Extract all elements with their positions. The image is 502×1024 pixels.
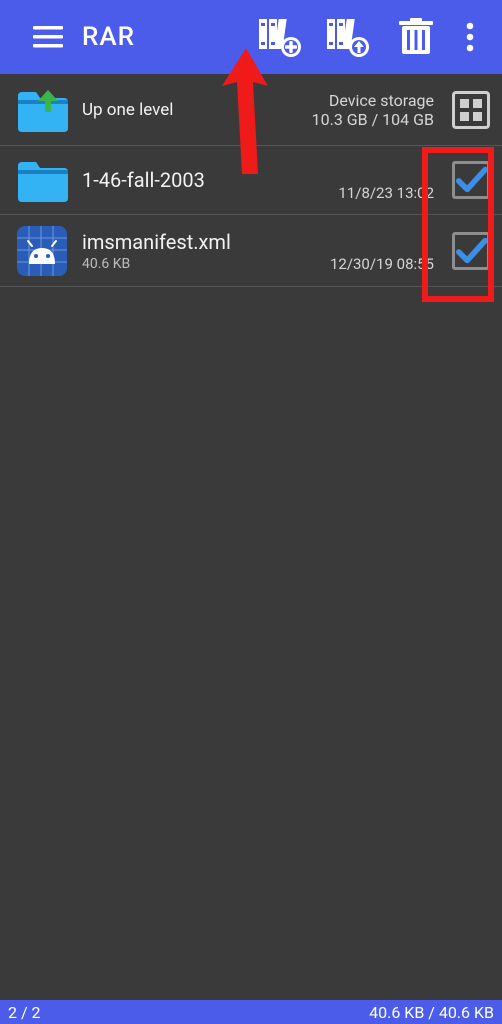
item-name: 1-46-fall-2003 xyxy=(82,168,338,192)
up-one-level-row[interactable]: Up one level Device storage 10.3 GB / 10… xyxy=(0,74,502,146)
app-header: RAR xyxy=(0,0,502,74)
status-bar: 2 / 2 40.6 KB / 40.6 KB xyxy=(0,1000,502,1024)
item-date: 12/30/19 08:55 xyxy=(330,255,434,273)
item-checkbox[interactable] xyxy=(452,232,490,270)
create-archive-button[interactable] xyxy=(254,11,306,63)
item-date: 11/8/23 13:02 xyxy=(338,184,434,202)
item-size: 40.6 KB xyxy=(82,256,330,272)
delete-button[interactable] xyxy=(390,11,442,63)
extract-archive-button[interactable] xyxy=(322,11,374,63)
view-grid-toggle[interactable] xyxy=(452,91,490,129)
selection-count: 2 / 2 xyxy=(8,1003,41,1022)
list-item[interactable]: imsmanifest.xml 40.6 KB 12/30/19 08:55 xyxy=(0,215,502,287)
menu-icon[interactable] xyxy=(22,11,74,63)
list-item[interactable]: 1-46-fall-2003 11/8/23 13:02 xyxy=(0,146,502,215)
up-folder-icon xyxy=(14,87,70,133)
item-name: imsmanifest.xml xyxy=(82,230,330,254)
storage-label: Device storage xyxy=(329,91,434,110)
app-title: RAR xyxy=(82,22,135,52)
xml-file-icon xyxy=(14,228,70,274)
up-one-level-label: Up one level xyxy=(82,100,312,120)
item-checkbox[interactable] xyxy=(452,161,490,199)
more-menu-icon[interactable] xyxy=(456,11,484,63)
selection-size: 40.6 KB / 40.6 KB xyxy=(369,1003,494,1022)
folder-icon xyxy=(14,157,70,203)
storage-value: 10.3 GB / 104 GB xyxy=(312,110,434,129)
